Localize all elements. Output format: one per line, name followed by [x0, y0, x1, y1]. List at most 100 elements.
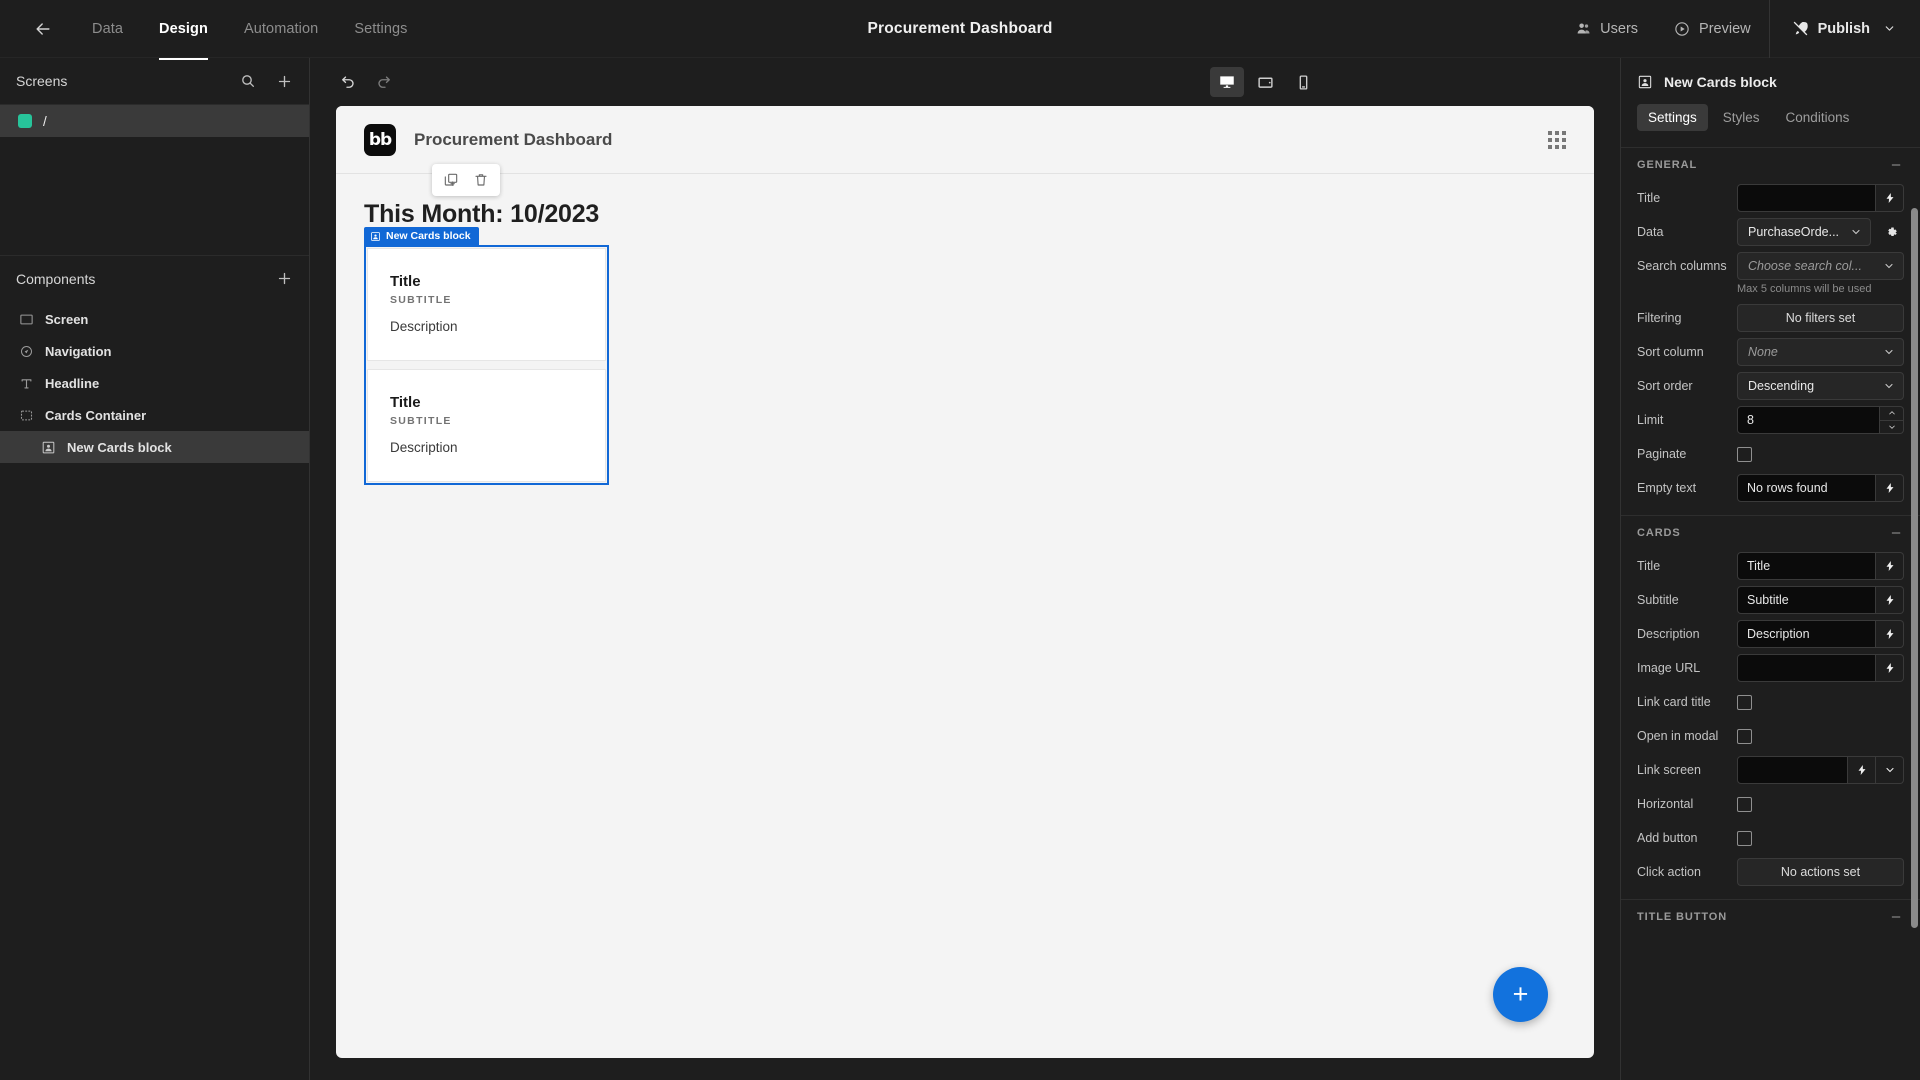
select-sort-column[interactable]: None [1737, 338, 1904, 366]
add-component-fab[interactable]: + [1493, 967, 1548, 1022]
component-item-cards-container[interactable]: Cards Container [0, 399, 309, 431]
component-item-headline[interactable]: Headline [0, 367, 309, 399]
lightning-icon [1886, 629, 1893, 639]
tab-styles[interactable]: Styles [1712, 104, 1771, 131]
app-preview-canvas[interactable]: bb Procurement Dashboard This Month: 10/… [336, 106, 1594, 1058]
screens-empty-space [0, 137, 309, 255]
screen-row-root[interactable]: / [0, 105, 309, 137]
tab-conditions[interactable]: Conditions [1775, 104, 1861, 131]
field-row-empty-text: Empty text No rows found [1621, 471, 1920, 505]
preview-card[interactable]: Title SUBTITLE Description [367, 369, 606, 482]
input-card-title[interactable]: Title [1737, 552, 1876, 580]
collapse-title-button-button[interactable]: – [1888, 909, 1904, 924]
screens-search-button[interactable] [237, 70, 259, 92]
nav-tab-automation[interactable]: Automation [228, 15, 334, 43]
lightning-icon [1886, 595, 1893, 605]
preview-card[interactable]: Title SUBTITLE Description [367, 248, 606, 361]
button-click-action[interactable]: No actions set [1737, 858, 1904, 886]
settings-tabs: Settings Styles Conditions [1637, 104, 1904, 133]
binding-button-card-subtitle[interactable] [1876, 586, 1904, 614]
input-card-description[interactable]: Description [1737, 620, 1876, 648]
button-filtering[interactable]: No filters set [1737, 304, 1904, 332]
dropdown-button-link-screen[interactable] [1876, 756, 1904, 784]
canvas-area: bb Procurement Dashboard This Month: 10/… [310, 58, 1620, 1080]
users-icon [1577, 23, 1590, 34]
desktop-icon [1220, 76, 1234, 88]
checkbox-open-in-modal[interactable] [1737, 728, 1752, 744]
nav-tab-settings[interactable]: Settings [338, 15, 423, 43]
collapse-cards-button[interactable]: – [1888, 525, 1904, 540]
settings-component-label: New Cards block [1664, 74, 1777, 90]
nav-tab-design[interactable]: Design [143, 15, 224, 60]
components-add-button[interactable] [273, 268, 295, 290]
section-general-title: GENERAL [1637, 158, 1698, 171]
duplicate-icon[interactable] [436, 166, 466, 194]
card-subtitle: SUBTITLE [390, 294, 452, 306]
checkbox-horizontal[interactable] [1737, 796, 1752, 812]
select-data[interactable]: PurchaseOrde... [1737, 218, 1871, 246]
select-search-columns[interactable]: Choose search col... [1737, 252, 1904, 280]
card-description: Description [390, 440, 458, 455]
component-item-navigation[interactable]: Navigation [0, 335, 309, 367]
limit-decrement-button[interactable] [1880, 419, 1903, 434]
left-panel: Screens / Components Screen Navigation H… [0, 58, 310, 1080]
binding-button-card-title[interactable] [1876, 552, 1904, 580]
top-bar-right: Users Preview Publish [1558, 0, 1920, 58]
device-desktop-button[interactable] [1210, 67, 1244, 97]
input-image-url[interactable] [1737, 654, 1876, 682]
settings-scroll-region[interactable]: GENERAL – Title Data PurchaseOrde... Sea… [1621, 147, 1920, 1080]
input-limit[interactable]: 8 [1737, 406, 1880, 434]
input-card-subtitle[interactable]: Subtitle [1737, 586, 1876, 614]
selection-label: New Cards block [364, 227, 479, 245]
select-sort-order[interactable]: Descending [1737, 372, 1904, 400]
binding-button-image-url[interactable] [1876, 654, 1904, 682]
data-settings-button[interactable] [1878, 218, 1904, 246]
delete-icon[interactable] [466, 166, 496, 194]
input-link-screen[interactable] [1737, 756, 1848, 784]
device-mobile-button[interactable] [1286, 67, 1320, 97]
tab-settings[interactable]: Settings [1637, 104, 1708, 131]
label-link-screen: Link screen [1637, 763, 1701, 777]
component-item-screen[interactable]: Screen [0, 303, 309, 335]
nav-tab-data[interactable]: Data [76, 15, 139, 43]
field-row-image-url: Image URL [1621, 651, 1920, 685]
checkbox-add-button[interactable] [1737, 830, 1752, 846]
redo-button[interactable] [370, 67, 400, 97]
checkbox-link-card-title[interactable] [1737, 694, 1752, 710]
tablet-icon [1257, 77, 1273, 88]
screens-add-button[interactable] [273, 70, 295, 92]
preview-button[interactable]: Preview [1656, 0, 1769, 57]
collapse-general-button[interactable]: – [1888, 157, 1904, 172]
grid-icon[interactable] [1548, 130, 1566, 149]
undo-button[interactable] [332, 67, 362, 97]
input-title[interactable] [1737, 184, 1876, 212]
binding-button-card-description[interactable] [1876, 620, 1904, 648]
publish-rocket-icon [1793, 21, 1808, 36]
top-bar: Data Design Automation Settings Procurem… [0, 0, 1920, 60]
cards-icon [40, 439, 57, 456]
limit-increment-button[interactable] [1880, 407, 1903, 420]
preview-headline[interactable]: This Month: 10/2023 [364, 200, 1594, 229]
card-title: Title [390, 273, 421, 290]
canvas-toolbar [310, 58, 1620, 106]
components-panel-header: Components [0, 255, 309, 301]
binding-button-empty-text[interactable] [1876, 474, 1904, 502]
device-tablet-button[interactable] [1248, 67, 1282, 97]
binding-button-title[interactable] [1876, 184, 1904, 212]
screen-route-label: / [43, 113, 47, 129]
input-empty-text[interactable]: No rows found [1737, 474, 1876, 502]
publish-button[interactable]: Publish [1770, 0, 1920, 57]
back-button[interactable] [26, 12, 60, 46]
label-add-button: Add button [1637, 831, 1698, 845]
label-title: Title [1637, 191, 1661, 205]
field-row-filtering: Filtering No filters set [1621, 301, 1920, 335]
binding-button-link-screen[interactable] [1848, 756, 1876, 784]
label-filtering: Filtering [1637, 311, 1682, 325]
select-data-value: PurchaseOrde... [1748, 225, 1840, 239]
screens-panel-actions [237, 70, 295, 92]
users-button[interactable]: Users [1558, 0, 1656, 57]
settings-scrollbar-thumb[interactable] [1911, 208, 1918, 928]
component-item-new-cards-block[interactable]: New Cards block [0, 431, 309, 463]
checkbox-paginate[interactable] [1737, 446, 1752, 462]
cards-block[interactable]: New Cards block Title SUBTITLE Descripti… [364, 227, 609, 485]
